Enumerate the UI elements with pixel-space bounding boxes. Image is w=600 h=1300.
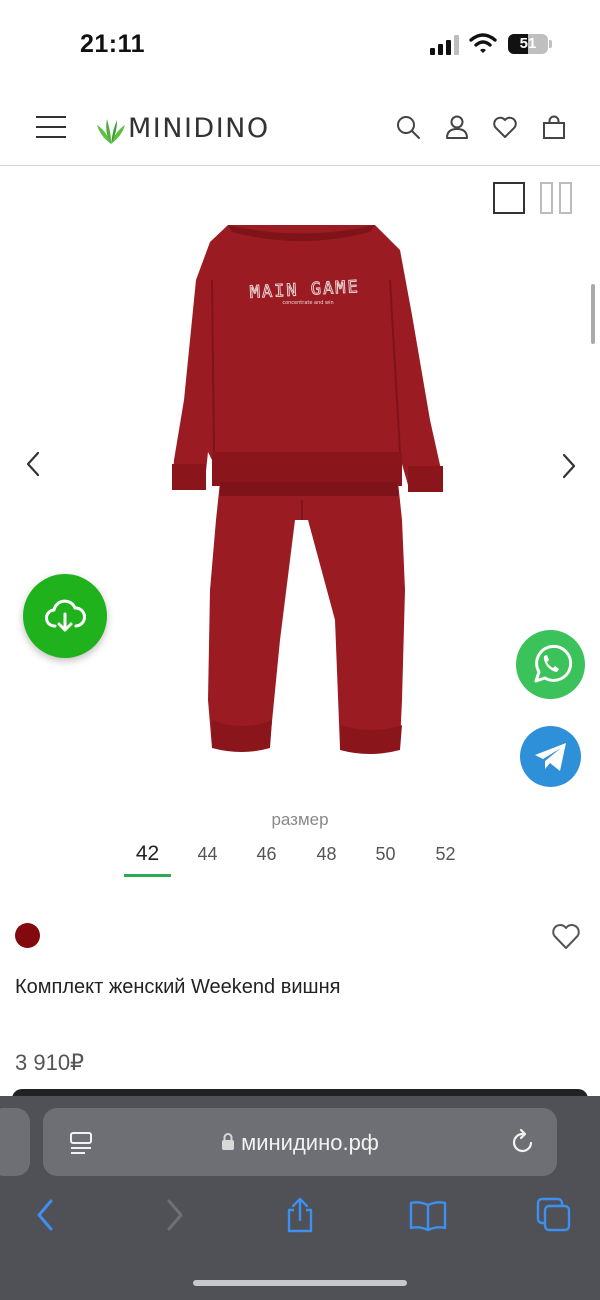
logo-text: MINIDINO bbox=[128, 112, 270, 144]
battery-icon: 51 bbox=[508, 34, 548, 54]
product-photo: MAIN GAME concentrate and win bbox=[172, 225, 443, 754]
download-app-button[interactable] bbox=[23, 574, 107, 658]
two-column-view-button[interactable] bbox=[540, 182, 572, 214]
color-swatch[interactable] bbox=[15, 923, 40, 948]
battery-cap bbox=[549, 40, 552, 48]
home-indicator bbox=[193, 1280, 407, 1286]
previous-image-arrow-icon[interactable] bbox=[22, 450, 46, 478]
cloud-download-icon bbox=[45, 599, 86, 632]
status-time: 21:11 bbox=[80, 30, 146, 58]
user-icon[interactable] bbox=[444, 114, 470, 140]
site-logo[interactable]: MINIDINO bbox=[96, 108, 270, 148]
favorite-heart-icon[interactable] bbox=[551, 922, 581, 950]
reload-icon[interactable] bbox=[510, 1128, 536, 1156]
url-text: минидино.рф bbox=[241, 1130, 379, 1155]
lock-icon bbox=[222, 1133, 235, 1151]
size-option-48[interactable]: 48 bbox=[303, 844, 350, 865]
telegram-icon bbox=[535, 743, 566, 771]
tabs-icon[interactable] bbox=[536, 1196, 572, 1234]
size-label: размер bbox=[271, 810, 329, 829]
size-option-46[interactable]: 46 bbox=[243, 844, 290, 865]
whatsapp-icon bbox=[534, 644, 573, 683]
share-icon[interactable] bbox=[282, 1196, 318, 1234]
cellular-signal-icon bbox=[430, 35, 459, 55]
leaf-logo-icon bbox=[97, 119, 125, 144]
forward-arrow-icon[interactable] bbox=[156, 1196, 192, 1234]
size-option-44[interactable]: 44 bbox=[184, 844, 231, 865]
address-bar[interactable]: минидино.рф bbox=[43, 1108, 557, 1176]
battery-percentage: 51 bbox=[519, 35, 537, 52]
back-arrow-icon[interactable] bbox=[28, 1196, 64, 1234]
size-option-50[interactable]: 50 bbox=[362, 844, 409, 865]
product-price: 3 910₽ bbox=[15, 1050, 85, 1075]
next-image-arrow-icon[interactable] bbox=[556, 452, 580, 480]
single-column-view-button[interactable] bbox=[493, 182, 525, 214]
bookmarks-icon[interactable] bbox=[408, 1196, 448, 1234]
product-title: Комплект женский Weekend вишня bbox=[15, 976, 341, 998]
wifi-icon bbox=[469, 33, 497, 53]
search-icon[interactable] bbox=[395, 114, 421, 140]
size-option-52[interactable]: 52 bbox=[422, 844, 469, 865]
scrollbar[interactable] bbox=[591, 284, 595, 344]
site-header: MINIDINO bbox=[0, 90, 600, 166]
heart-icon[interactable] bbox=[492, 114, 518, 140]
cart-icon[interactable] bbox=[541, 114, 567, 140]
url-display: минидино.рф bbox=[43, 1130, 557, 1156]
status-bar: 21:11 51 bbox=[0, 0, 600, 90]
telegram-button[interactable] bbox=[520, 726, 581, 787]
whatsapp-button[interactable] bbox=[516, 630, 585, 699]
print-subtitle: concentrate and win bbox=[282, 300, 333, 306]
menu-button[interactable] bbox=[36, 116, 66, 138]
size-option-42[interactable]: 42 bbox=[124, 842, 171, 877]
previous-tab-preview[interactable] bbox=[0, 1108, 30, 1176]
